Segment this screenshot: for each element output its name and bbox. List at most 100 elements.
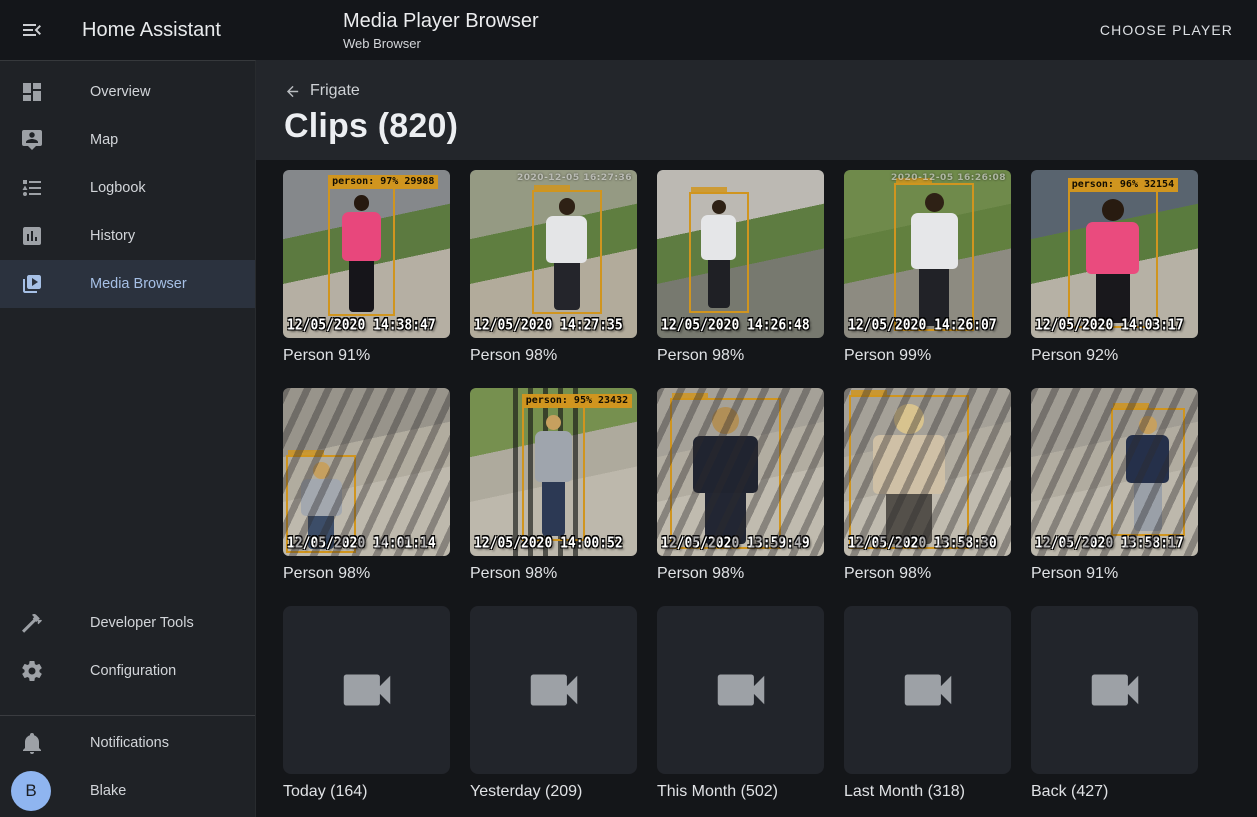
clip-card[interactable]: 12/05/2020 14:01:14 Person 98% <box>283 388 450 583</box>
clip-thumbnail: 12/05/2020 13:58:17 <box>1031 388 1198 556</box>
clip-caption: Person 98% <box>657 347 824 365</box>
detection-mini-label <box>851 390 887 397</box>
detection-mini-label <box>691 187 727 194</box>
person-legs <box>708 260 730 308</box>
folder-thumbnail <box>283 606 450 774</box>
detection-bounding-box: person: 96% 32154 <box>1068 190 1158 328</box>
clip-card[interactable]: 12/05/2020 13:58:30 Person 98% <box>844 388 1011 583</box>
person-head <box>925 193 944 212</box>
folder-caption: Yesterday (209) <box>470 783 637 801</box>
video-camera-icon <box>523 659 585 721</box>
page-title: Clips (820) <box>284 107 1229 146</box>
person-torso <box>1086 222 1139 274</box>
clip-thumbnail: 12/05/2020 14:26:48 <box>657 170 824 338</box>
clip-thumbnail: 2020-12-05 16:26:08 12/05/2020 14:26:07 <box>844 170 1011 338</box>
folder-thumbnail <box>1031 606 1198 774</box>
list-bulleted-icon <box>20 176 44 200</box>
sidebar: Overview Map Logbook History Media Brows… <box>0 60 256 817</box>
person-head <box>354 195 370 211</box>
panel-subtitle: Web Browser <box>343 36 539 51</box>
timestamp-overlay: 12/05/2020 14:26:07 <box>848 316 997 334</box>
media-header: Frigate Clips (820) <box>256 60 1257 160</box>
clip-card[interactable]: person: 96% 32154 12/05/2020 14:03:17 Pe… <box>1031 170 1198 365</box>
detection-mini-label <box>534 185 570 192</box>
folder-caption: This Month (502) <box>657 783 824 801</box>
detection-label: person: 97% 29988 <box>328 175 438 189</box>
person-torso <box>546 216 587 263</box>
person-legs <box>308 516 334 549</box>
clip-caption: Person 99% <box>844 347 1011 365</box>
breadcrumb-back[interactable]: Frigate <box>284 82 360 100</box>
sidebar-bottom-block: Notifications B Blake <box>0 715 255 817</box>
person-head <box>546 415 561 430</box>
sidebar-item-logbook[interactable]: Logbook <box>0 164 255 212</box>
choose-player-button[interactable]: CHOOSE PLAYER <box>1092 14 1241 46</box>
arrow-left-icon <box>284 83 301 100</box>
folder-card-yesterday-209[interactable]: Yesterday (209) <box>470 606 637 801</box>
clip-card[interactable]: 2020-12-05 16:26:08 12/05/2020 14:26:07 … <box>844 170 1011 365</box>
person-legs <box>349 261 374 312</box>
sidebar-header: Home Assistant <box>0 18 256 42</box>
detection-bounding-box: person: 97% 29988 <box>328 187 395 316</box>
folder-card-last-month-318[interactable]: Last Month (318) <box>844 606 1011 801</box>
sidebar-item-media-browser[interactable]: Media Browser <box>0 260 255 308</box>
sidebar-tools-nav: Developer Tools Configuration <box>0 599 255 695</box>
timestamp-overlay: 12/05/2020 14:03:17 <box>1035 316 1184 334</box>
folder-thumbnail <box>470 606 637 774</box>
sidebar-item-profile[interactable]: B Blake <box>0 767 255 815</box>
timestamp-overlay: 12/05/2020 14:38:47 <box>287 316 436 334</box>
person-figure <box>544 198 590 310</box>
media-browser-panel: Frigate Clips (820) person: 97% 29988 12… <box>256 60 1257 817</box>
clip-card[interactable]: 12/05/2020 14:26:48 Person 98% <box>657 170 824 365</box>
detection-label: person: 95% 23432 <box>522 394 632 408</box>
clip-card[interactable]: person: 97% 29988 12/05/2020 14:38:47 Pe… <box>283 170 450 365</box>
menu-open-icon[interactable] <box>20 18 44 42</box>
person-torso <box>701 215 736 261</box>
folder-card-this-month-502[interactable]: This Month (502) <box>657 606 824 801</box>
detection-bounding-box <box>670 398 780 549</box>
person-head <box>894 404 923 433</box>
sidebar-item-overview[interactable]: Overview <box>0 68 255 116</box>
timestamp-overlay: 12/05/2020 13:58:17 <box>1035 534 1184 552</box>
person-figure <box>688 407 762 544</box>
sidebar-spacer <box>0 308 255 599</box>
clip-card[interactable]: 12/05/2020 13:58:17 Person 91% <box>1031 388 1198 583</box>
clip-thumbnail: 12/05/2020 13:58:30 <box>844 388 1011 556</box>
timestamp-overlay: 12/05/2020 14:00:52 <box>474 534 623 552</box>
chart-box-icon <box>20 224 44 248</box>
clip-thumbnail: person: 95% 23432 12/05/2020 14:00:52 <box>470 388 637 556</box>
user-name: Blake <box>90 783 126 799</box>
person-head <box>1139 416 1157 434</box>
clip-caption: Person 92% <box>1031 347 1198 365</box>
person-legs <box>1134 483 1161 531</box>
folder-caption: Back (427) <box>1031 783 1198 801</box>
folder-card-today-164[interactable]: Today (164) <box>283 606 450 801</box>
folder-card-back-427[interactable]: Back (427) <box>1031 606 1198 801</box>
clip-caption: Person 91% <box>1031 565 1198 583</box>
sidebar-item-notifications[interactable]: Notifications <box>0 719 255 767</box>
breadcrumb-label: Frigate <box>310 82 360 100</box>
sidebar-item-map[interactable]: Map <box>0 116 255 164</box>
timestamp-overlay: 12/05/2020 13:58:30 <box>848 534 997 552</box>
sidebar-item-history[interactable]: History <box>0 212 255 260</box>
person-head <box>712 407 739 434</box>
clip-card[interactable]: 12/05/2020 13:59:49 Person 98% <box>657 388 824 583</box>
clip-card[interactable]: 2020-12-05 16:27:36 12/05/2020 14:27:35 … <box>470 170 637 365</box>
detection-label: person: 96% 32154 <box>1068 178 1178 192</box>
gear-icon <box>20 659 44 683</box>
app-header: Home Assistant Media Player Browser Web … <box>0 0 1257 60</box>
clip-thumbnail: person: 97% 29988 12/05/2020 14:38:47 <box>283 170 450 338</box>
hammer-icon <box>20 611 44 635</box>
detection-bounding-box <box>1111 408 1184 536</box>
person-legs <box>542 482 565 537</box>
person-legs <box>554 263 580 310</box>
detection-mini-label <box>288 450 324 457</box>
sidebar-item-developer-tools[interactable]: Developer Tools <box>0 599 255 647</box>
tooltip-account-icon <box>20 128 44 152</box>
person-figure <box>908 193 961 327</box>
clip-card[interactable]: person: 95% 23432 12/05/2020 14:00:52 Pe… <box>470 388 637 583</box>
detection-bounding-box <box>532 190 602 314</box>
person-legs <box>705 493 747 544</box>
sidebar-item-configuration[interactable]: Configuration <box>0 647 255 695</box>
clip-caption: Person 98% <box>470 347 637 365</box>
